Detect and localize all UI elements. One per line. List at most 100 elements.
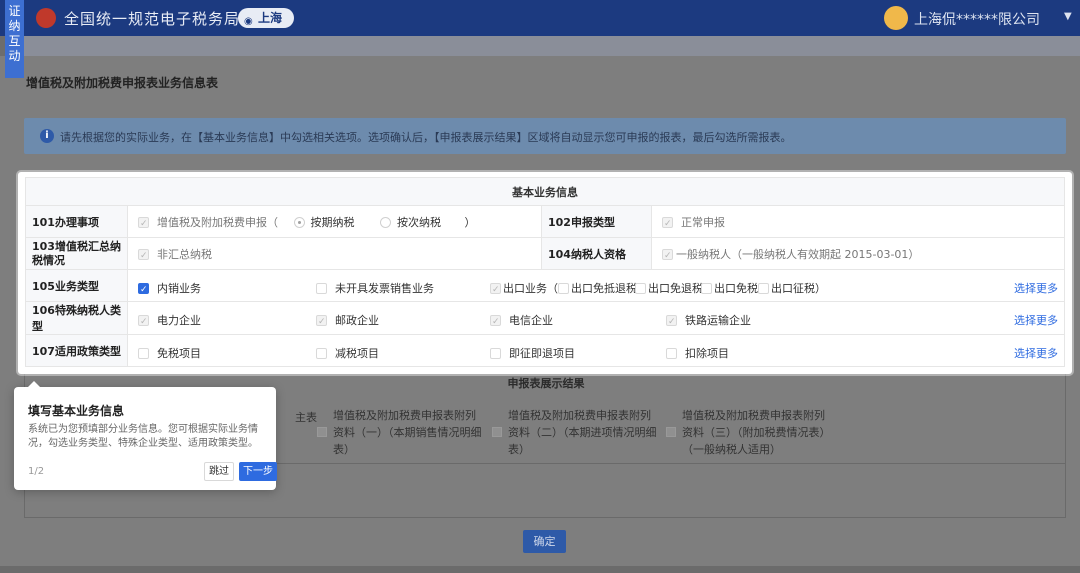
checkbox-icon[interactable] — [490, 348, 501, 359]
option-label: 铁路运输企业 — [685, 314, 751, 327]
result-line: 资料（三）（附加税费情况表） — [682, 426, 831, 439]
row-label-105: 105业务类型 — [25, 269, 128, 302]
checkbox-icon — [490, 315, 501, 326]
option-domestic-sales[interactable]: 内销业务 — [138, 280, 201, 296]
option-label: 一般纳税人（一般纳税人有效期起 2015-03-01） — [676, 247, 920, 261]
option-label: 按期纳税 — [310, 215, 355, 229]
checkbox-icon — [666, 315, 677, 326]
row-label-104: 104纳税人资格 — [541, 237, 652, 270]
result-item-attachment-1[interactable]: 增值税及附加税费申报表附列 资料（一）（本期销售情况明细 表） — [317, 407, 482, 458]
result-line: 增值税及附加税费申报表附列 — [508, 409, 651, 422]
checkbox-icon — [662, 216, 673, 228]
checkbox-icon[interactable] — [492, 427, 502, 437]
row-value-101: 增值税及附加税费申报（ 按期纳税 按次纳税 ） — [127, 205, 542, 238]
basic-info-panel: 基本业务信息 101办理事项 增值税及附加税费申报（ 按期纳税 按次纳税 ） 1… — [18, 172, 1072, 374]
checkbox-icon — [138, 248, 149, 260]
result-line: 表） — [508, 443, 530, 456]
option-label: 出口征税） — [771, 282, 826, 295]
result-line-with-check: 资料（三）（附加税费情况表） — [666, 424, 831, 441]
option-instant-refund[interactable]: 即征即退项目 — [490, 345, 575, 361]
chevron-down-icon[interactable]: ▼ — [1064, 11, 1072, 22]
option-export-refund[interactable]: 出口免退税 — [635, 280, 703, 296]
interaction-side-tab[interactable]: 证纳互动 — [5, 0, 24, 78]
option-label: 即征即退项目 — [509, 347, 575, 360]
radio-periodic[interactable] — [293, 216, 305, 228]
region-switch-button[interactable]: ◉ 上海 — [238, 8, 295, 28]
option-no-invoice-sales[interactable]: 未开具发票销售业务 — [316, 280, 434, 296]
result-line: 增值税及附加税费申报表附列 — [333, 409, 476, 422]
result-line: （一般纳税人适用） — [682, 443, 781, 456]
confirm-button[interactable]: 确定 — [523, 530, 566, 553]
select-more-link[interactable]: 选择更多 — [1014, 280, 1058, 296]
row-value-107: 免税项目 减税项目 即征即退项目 扣除项目 选择更多 — [127, 334, 1065, 367]
checkbox-icon[interactable] — [558, 283, 569, 294]
row-label-102: 102申报类型 — [541, 205, 652, 238]
option-label: 电信企业 — [509, 314, 553, 327]
option-postal-enterprise[interactable]: 邮政企业 — [316, 312, 379, 328]
checkbox-icon — [316, 315, 327, 326]
next-step-button[interactable]: 下一步 — [239, 462, 277, 481]
select-more-link[interactable]: 选择更多 — [1014, 345, 1058, 361]
checkbox-icon[interactable] — [316, 283, 327, 294]
option-label: 内销业务 — [157, 282, 201, 295]
checkbox-icon[interactable] — [758, 283, 769, 294]
option-power-enterprise[interactable]: 电力企业 — [138, 312, 201, 328]
row-value-104: 一般纳税人（一般纳税人有效期起 2015-03-01） — [651, 237, 1065, 270]
option-label: 按次纳税 — [397, 215, 441, 229]
option-label: 减税项目 — [335, 347, 379, 360]
result-line-with-check: 资料（一）（本期销售情况明细 — [317, 424, 482, 441]
option-telecom-enterprise[interactable]: 电信企业 — [490, 312, 553, 328]
notice-banner: i 请先根据您的实际业务，在【基本业务信息】中勾选相关选项。选项确认后，【申报表… — [24, 118, 1066, 154]
row-label-103: 103增值税汇总纳税情况 — [25, 237, 128, 270]
result-item-attachment-3[interactable]: 增值税及附加税费申报表附列 资料（三）（附加税费情况表） （一般纳税人适用） — [666, 407, 831, 458]
option-label: 免税项目 — [157, 347, 201, 360]
option-export[interactable]: 出口业务（ — [490, 280, 558, 296]
top-header: 全国统一规范电子税务局 ◉ 上海 上海侃******限公司 ▼ — [0, 0, 1080, 36]
row-label-107: 107适用政策类型 — [25, 334, 128, 367]
row-value-105: 内销业务 未开具发票销售业务 出口业务（ 出口免抵退税 出口免退税 出口免税 出… — [127, 269, 1065, 302]
checkbox-icon — [662, 248, 673, 260]
option-label: 未开具发票销售业务 — [335, 282, 434, 295]
option-label: ） — [464, 215, 476, 229]
checkbox-icon[interactable] — [316, 348, 327, 359]
option-tax-exempt[interactable]: 免税项目 — [138, 345, 201, 361]
checkbox-icon — [490, 283, 501, 294]
option-label: 增值税及附加税费申报（ — [157, 215, 278, 229]
skip-button[interactable]: 跳过 — [204, 462, 234, 481]
option-label: 出口免税 — [714, 282, 758, 295]
checkbox-icon[interactable] — [138, 283, 149, 294]
checkbox-icon[interactable] — [666, 348, 677, 359]
result-line: 资料（一）（本期销售情况明细 — [333, 426, 482, 439]
user-avatar[interactable] — [884, 6, 908, 30]
row-value-103: 非汇总纳税 — [127, 237, 542, 270]
option-label: 扣除项目 — [685, 347, 729, 360]
radio-per-transaction[interactable] — [380, 216, 391, 228]
checkbox-icon[interactable] — [635, 283, 646, 294]
checkbox-icon[interactable] — [666, 427, 676, 437]
tax-logo-icon — [36, 8, 56, 28]
page-title: 增值税及附加税费申报表业务信息表 — [26, 76, 219, 90]
option-deduction[interactable]: 扣除项目 — [666, 345, 729, 361]
option-railway-enterprise[interactable]: 铁路运输企业 — [666, 312, 751, 328]
result-line: 表） — [333, 443, 355, 456]
option-export-taxed[interactable]: 出口征税） — [758, 280, 826, 296]
option-label: 正常申报 — [681, 215, 725, 229]
option-export-exempt[interactable]: 出口免税 — [701, 280, 758, 296]
checkbox-icon — [138, 315, 149, 326]
basic-info-table: 基本业务信息 101办理事项 增值税及附加税费申报（ 按期纳税 按次纳税 ） 1… — [25, 177, 1065, 367]
result-item-attachment-2[interactable]: 增值税及附加税费申报表附列 资料（二）（本期进项情况明细 表） — [492, 407, 657, 458]
region-label: 上海 — [258, 11, 283, 25]
option-label: 非汇总纳税 — [157, 247, 212, 261]
option-label: 出口业务（ — [503, 282, 558, 295]
app-title: 全国统一规范电子税务局 — [64, 10, 241, 28]
company-name[interactable]: 上海侃******限公司 — [914, 9, 1040, 29]
checkbox-icon[interactable] — [138, 348, 149, 359]
info-icon: i — [40, 129, 54, 143]
checkbox-icon[interactable] — [701, 283, 712, 294]
checkbox-icon[interactable] — [317, 427, 327, 437]
select-more-link[interactable]: 选择更多 — [1014, 312, 1058, 328]
option-tax-reduction[interactable]: 减税项目 — [316, 345, 379, 361]
result-line: 资料（二）（本期进项情况明细 — [508, 426, 657, 439]
option-export-credit-refund[interactable]: 出口免抵退税 — [558, 280, 637, 296]
option-label: 电力企业 — [157, 314, 201, 327]
